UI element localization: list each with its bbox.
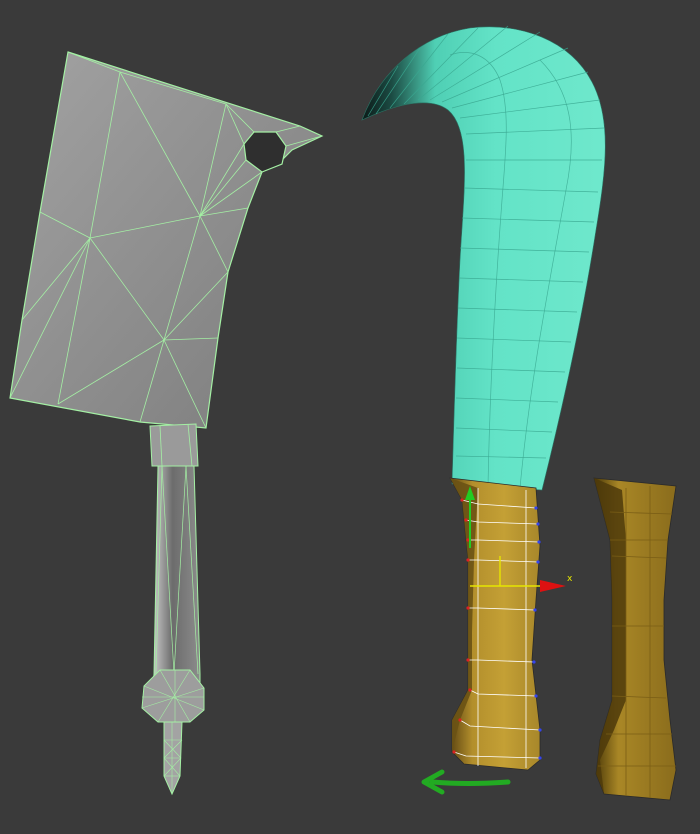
cleaver-pommel[interactable] (141, 669, 205, 723)
cleaver-blade[interactable] (9, 51, 324, 429)
gold-handle-selected[interactable]: x (449, 477, 573, 771)
gizmo-x-label: x (567, 574, 573, 584)
viewport-3d[interactable]: x (0, 0, 700, 834)
gold-handle-body[interactable] (449, 477, 541, 771)
gold-handle-copy-body[interactable] (593, 477, 677, 801)
gold-handle-copy[interactable] (593, 477, 677, 801)
hooked-blade-mesh[interactable] (361, 25, 606, 491)
left-arrow-icon (421, 769, 511, 795)
cleaver-collar[interactable] (149, 423, 199, 467)
hooked-blade-body[interactable] (361, 26, 606, 491)
gizmo-x-arrow-icon[interactable] (540, 580, 566, 592)
cleaver-mesh[interactable] (9, 51, 324, 796)
